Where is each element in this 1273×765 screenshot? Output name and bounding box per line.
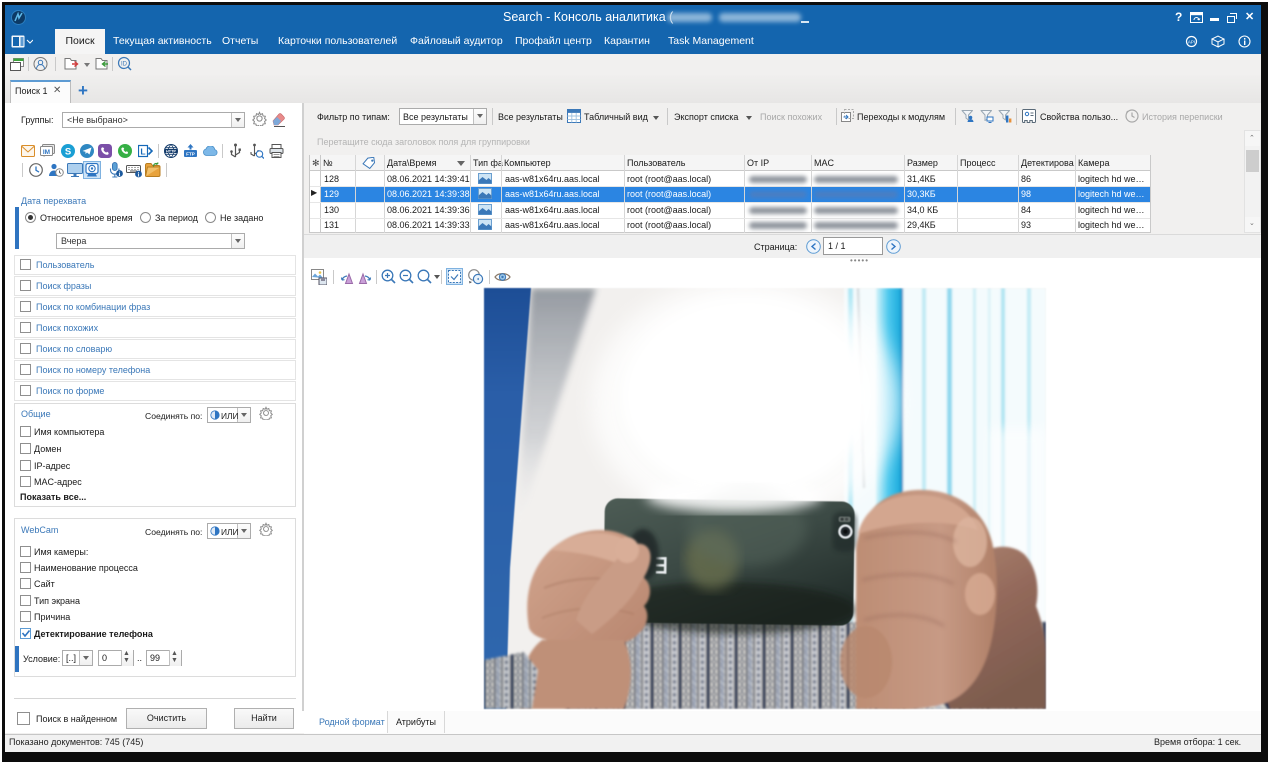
svg-text:IM: IM <box>43 149 50 156</box>
svg-text:HTTP: HTTP <box>166 149 176 153</box>
svg-text:ID: ID <box>121 62 128 68</box>
svg-text:S: S <box>65 147 71 158</box>
svg-text:FTP: FTP <box>186 152 195 157</box>
svg-text:API: API <box>1188 40 1195 45</box>
svg-text:L: L <box>140 147 145 157</box>
